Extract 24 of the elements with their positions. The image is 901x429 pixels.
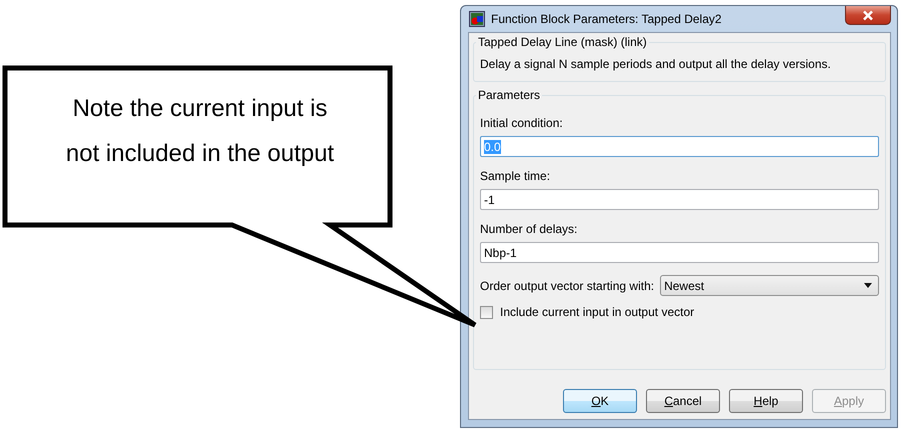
dialog-button[interactable]: Help <box>729 389 803 413</box>
group-title: Parameters <box>477 88 542 102</box>
field-label: Sample time: <box>480 169 552 183</box>
field-value: -1 <box>484 192 495 206</box>
dialog-button[interactable]: Cancel <box>646 389 720 413</box>
callout-text: Note the current input is not included in the output <box>64 94 336 169</box>
window-title: Function Block Parameters: Tapped Delay2 <box>491 12 722 26</box>
dropdown-label: Order output vector starting with: <box>480 278 654 292</box>
checkbox[interactable] <box>480 306 493 318</box>
input-field[interactable]: Nbp-1 <box>480 242 879 263</box>
input-field[interactable]: -1 <box>480 189 879 210</box>
order-dropdown[interactable]: Newest <box>660 275 879 296</box>
close-icon <box>862 10 874 20</box>
field-label: Initial condition: <box>480 116 564 130</box>
field-value: Nbp-1 <box>484 246 517 260</box>
dialog-button[interactable]: OK <box>563 389 637 413</box>
group-title: Tapped Delay Line (mask) (link) <box>477 35 648 49</box>
field-label: Number of delays: <box>480 222 578 236</box>
caret-icon <box>864 283 872 288</box>
description-text: Delay a signal N sample periods and output all the delay versions. <box>480 57 832 71</box>
close-button[interactable] <box>845 6 891 25</box>
block-icon <box>469 11 485 27</box>
checkbox-label: Include current input in output vector <box>500 305 694 319</box>
field-value: 0.0 <box>484 140 501 154</box>
